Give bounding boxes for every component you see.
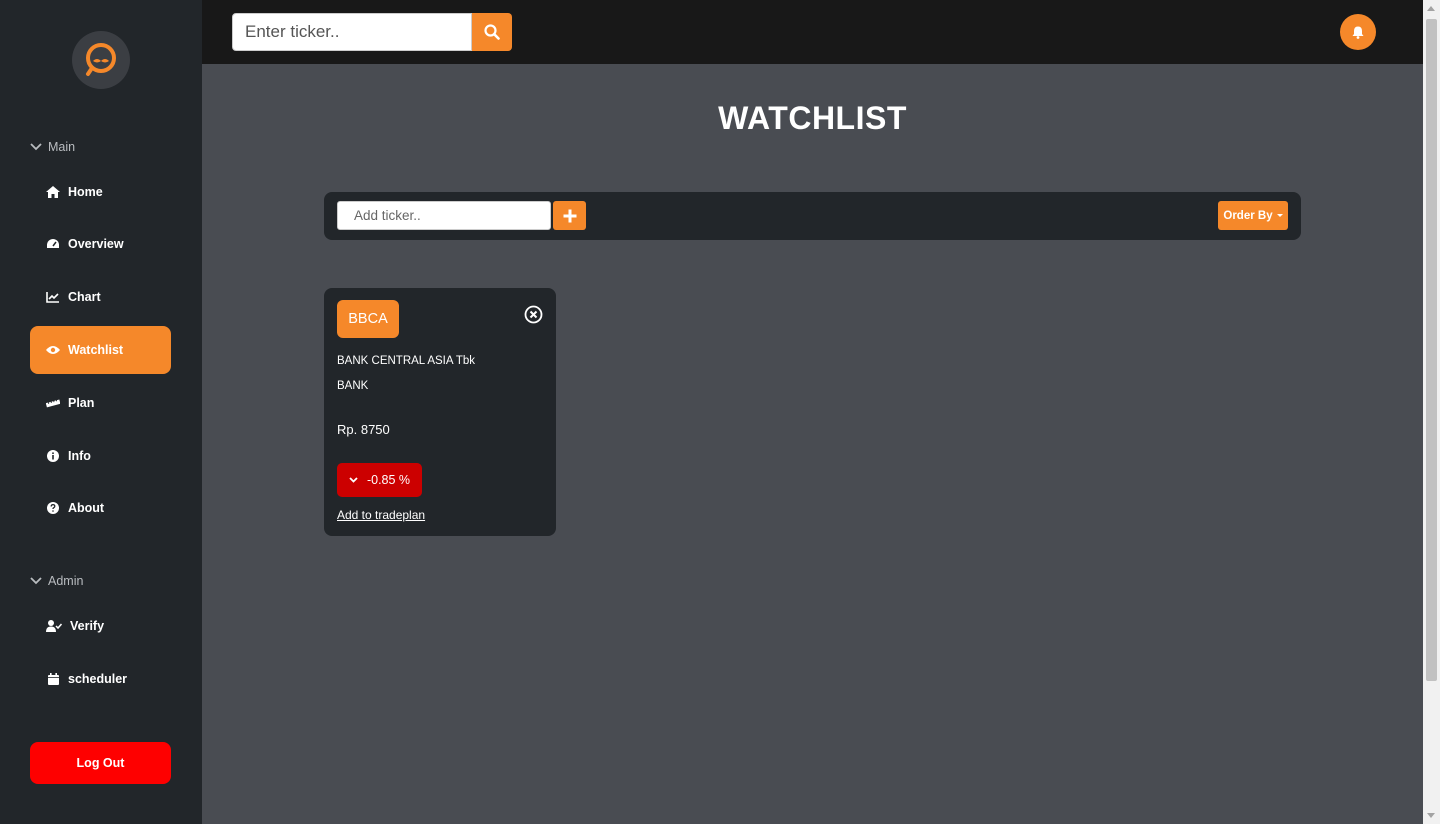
caret-down-icon <box>1276 214 1283 217</box>
sidebar-item-label: Watchlist <box>68 343 124 357</box>
chevron-down-icon <box>30 577 42 585</box>
scroll-thumb[interactable] <box>1426 19 1437 681</box>
user-check-icon <box>46 619 62 633</box>
app-logo[interactable] <box>72 31 130 89</box>
watchlist-card: BBCA BANK CENTRAL ASIA Tbk BANK Rp. 8750… <box>324 288 556 536</box>
company-name: BANK CENTRAL ASIA Tbk <box>337 355 476 367</box>
sidebar-item-scheduler[interactable]: scheduler <box>30 655 171 703</box>
top-bar <box>202 0 1423 64</box>
order-by-label: Order By <box>1223 209 1273 222</box>
ticker-search-input[interactable] <box>232 13 472 51</box>
plus-icon <box>563 209 576 222</box>
scroll-down-arrow-icon[interactable] <box>1427 813 1435 818</box>
add-ticker-button[interactable] <box>553 201 586 230</box>
section-main[interactable]: Main <box>30 140 75 154</box>
chevron-down-icon <box>30 143 42 151</box>
sidebar-item-verify[interactable]: Verify <box>30 602 171 650</box>
sidebar-item-label: About <box>68 501 105 515</box>
sidebar-item-home[interactable]: Home <box>30 168 171 216</box>
sidebar-item-label: scheduler <box>68 672 128 686</box>
sidebar: Main Home Overview Chart Watchlist Plan … <box>0 0 202 824</box>
sidebar-item-info[interactable]: Info <box>30 432 171 480</box>
sidebar-item-label: Info <box>68 449 91 463</box>
line-chart-icon <box>46 290 60 304</box>
logo-magnifier-icon <box>86 43 116 76</box>
company-sector: BANK <box>337 380 369 392</box>
section-label: Main <box>48 140 76 154</box>
sidebar-item-plan[interactable]: Plan <box>30 379 171 427</box>
order-by-dropdown[interactable]: Order By <box>1218 201 1288 230</box>
calendar-icon <box>46 672 60 686</box>
logout-button[interactable]: Log Out <box>30 742 171 784</box>
sidebar-item-overview[interactable]: Overview <box>30 220 171 268</box>
gauge-icon <box>46 237 60 251</box>
watchlist-toolbar: Order By <box>324 192 1301 240</box>
chevron-down-icon <box>349 477 358 483</box>
ruler-icon <box>46 396 60 410</box>
question-icon <box>46 501 60 515</box>
price-change-value: -0.85 % <box>366 473 411 487</box>
home-icon <box>46 185 60 199</box>
add-ticker-input[interactable] <box>337 201 551 230</box>
sidebar-item-about[interactable]: About <box>30 484 171 532</box>
scroll-up-arrow-icon[interactable] <box>1427 6 1435 11</box>
info-icon <box>46 449 60 463</box>
search-icon <box>484 24 500 40</box>
sidebar-item-label: Home <box>68 185 103 199</box>
stock-price: Rp. 8750 <box>337 422 390 437</box>
sidebar-item-label: Overview <box>68 237 124 251</box>
ticker-badge[interactable]: BBCA <box>337 300 399 338</box>
eye-icon <box>46 343 60 357</box>
page-title: WATCHLIST <box>718 100 907 136</box>
remove-circle-icon[interactable] <box>524 305 543 324</box>
bell-icon <box>1352 26 1364 39</box>
sidebar-item-label: Chart <box>68 290 101 304</box>
notifications-button[interactable] <box>1340 14 1376 50</box>
sidebar-item-label: Verify <box>70 619 105 633</box>
section-admin[interactable]: Admin <box>30 574 83 588</box>
vertical-scrollbar[interactable] <box>1423 0 1440 824</box>
section-label: Admin <box>48 574 84 588</box>
sidebar-item-chart[interactable]: Chart <box>30 273 171 321</box>
sidebar-item-label: Plan <box>68 396 95 410</box>
add-to-tradeplan-link[interactable]: Add to tradeplan <box>337 508 425 522</box>
search-button[interactable] <box>472 13 512 51</box>
price-change-badge: -0.85 % <box>337 463 422 497</box>
sidebar-item-watchlist[interactable]: Watchlist <box>30 326 171 374</box>
